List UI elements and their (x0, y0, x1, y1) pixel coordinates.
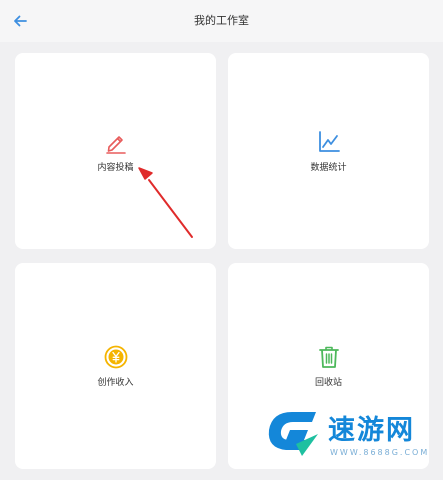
top-bar: 我的工作室 (0, 0, 443, 42)
data-statistics-card[interactable]: 数据统计 (228, 53, 429, 249)
pencil-icon (103, 129, 129, 155)
content-submission-card[interactable]: 内容投稿 (15, 53, 216, 249)
creation-income-card[interactable]: 创作收入 (15, 263, 216, 469)
watermark-url: WWW.8688G.COM (330, 448, 430, 457)
line-chart-icon (316, 129, 342, 155)
page-title: 我的工作室 (194, 14, 249, 27)
watermark-text: 速游网 (328, 415, 415, 446)
yen-coin-icon (103, 344, 129, 370)
creation-income-label: 创作收入 (97, 378, 134, 388)
watermark-logo-icon (268, 412, 318, 456)
content-submission-label: 内容投稿 (97, 163, 134, 173)
recycle-bin-label: 回收站 (314, 378, 342, 388)
trash-icon (316, 344, 342, 370)
data-statistics-label: 数据统计 (310, 163, 347, 173)
watermark: 速游网 WWW.8688G.COM (262, 404, 432, 464)
